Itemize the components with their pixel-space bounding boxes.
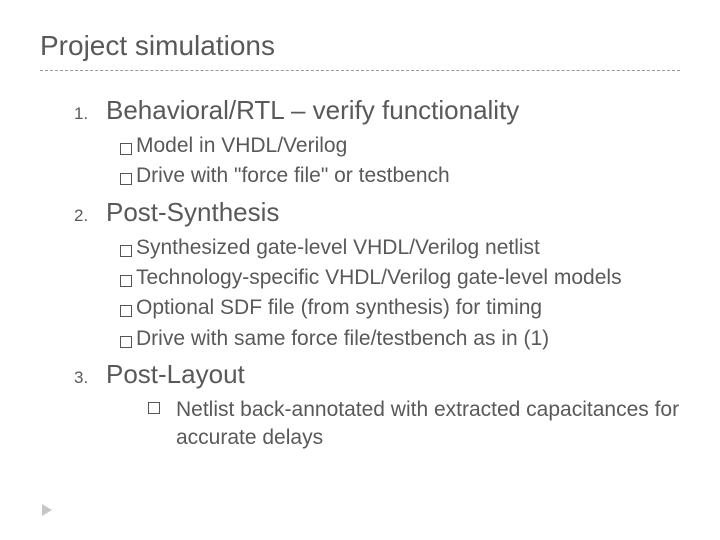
item-number: 1. (74, 104, 106, 124)
sub-text: Technology-specific VHDL/Verilog gate-le… (136, 264, 622, 292)
sub-item: Optional SDF file (from synthesis) for t… (120, 294, 680, 322)
sub-item: Drive with same force file/testbench as … (120, 325, 680, 353)
title-divider (40, 70, 680, 71)
checkbox-icon (120, 143, 132, 155)
sub-item: Technology-specific VHDL/Verilog gate-le… (120, 264, 680, 292)
sub-item-indented: Netlist back-annotated with extracted ca… (148, 396, 680, 453)
item-number: 2. (74, 206, 106, 226)
sub-text: Drive with same force file/testbench as … (136, 325, 549, 353)
checkbox-icon (148, 402, 160, 414)
list-item-1: 1. Behavioral/RTL – verify functionality… (40, 95, 680, 191)
item-heading: Post-Synthesis (106, 197, 279, 228)
item-number: 3. (74, 368, 106, 388)
list-item-2: 2. Post-Synthesis Synthesized gate-level… (40, 197, 680, 353)
item-row: 1. Behavioral/RTL – verify functionality (74, 95, 680, 126)
item-heading: Behavioral/RTL – verify functionality (106, 95, 519, 126)
sub-item: Model in VHDL/Verilog (120, 132, 680, 160)
sub-item: Synthesized gate-level VHDL/Verilog netl… (120, 234, 680, 262)
sub-item: Drive with "force file" or testbench (120, 162, 680, 190)
sub-text: Drive with "force file" or testbench (136, 162, 450, 190)
item-heading: Post-Layout (106, 359, 245, 390)
checkbox-icon (120, 275, 132, 287)
checkbox-icon (120, 305, 132, 317)
slide-title: Project simulations (40, 30, 680, 62)
sub-text: Optional SDF file (from synthesis) for t… (136, 294, 542, 322)
sub-text: Model in VHDL/Verilog (136, 132, 347, 160)
item-row: 3. Post-Layout (74, 359, 680, 390)
checkbox-icon (120, 245, 132, 257)
sub-text: Netlist back-annotated with extracted ca… (176, 396, 680, 453)
list-item-3: 3. Post-Layout Netlist back-annotated wi… (40, 359, 680, 453)
sub-text: Synthesized gate-level VHDL/Verilog netl… (136, 234, 540, 262)
slide-marker-icon (42, 504, 52, 516)
item-row: 2. Post-Synthesis (74, 197, 680, 228)
checkbox-icon (120, 173, 132, 185)
checkbox-icon (120, 336, 132, 348)
